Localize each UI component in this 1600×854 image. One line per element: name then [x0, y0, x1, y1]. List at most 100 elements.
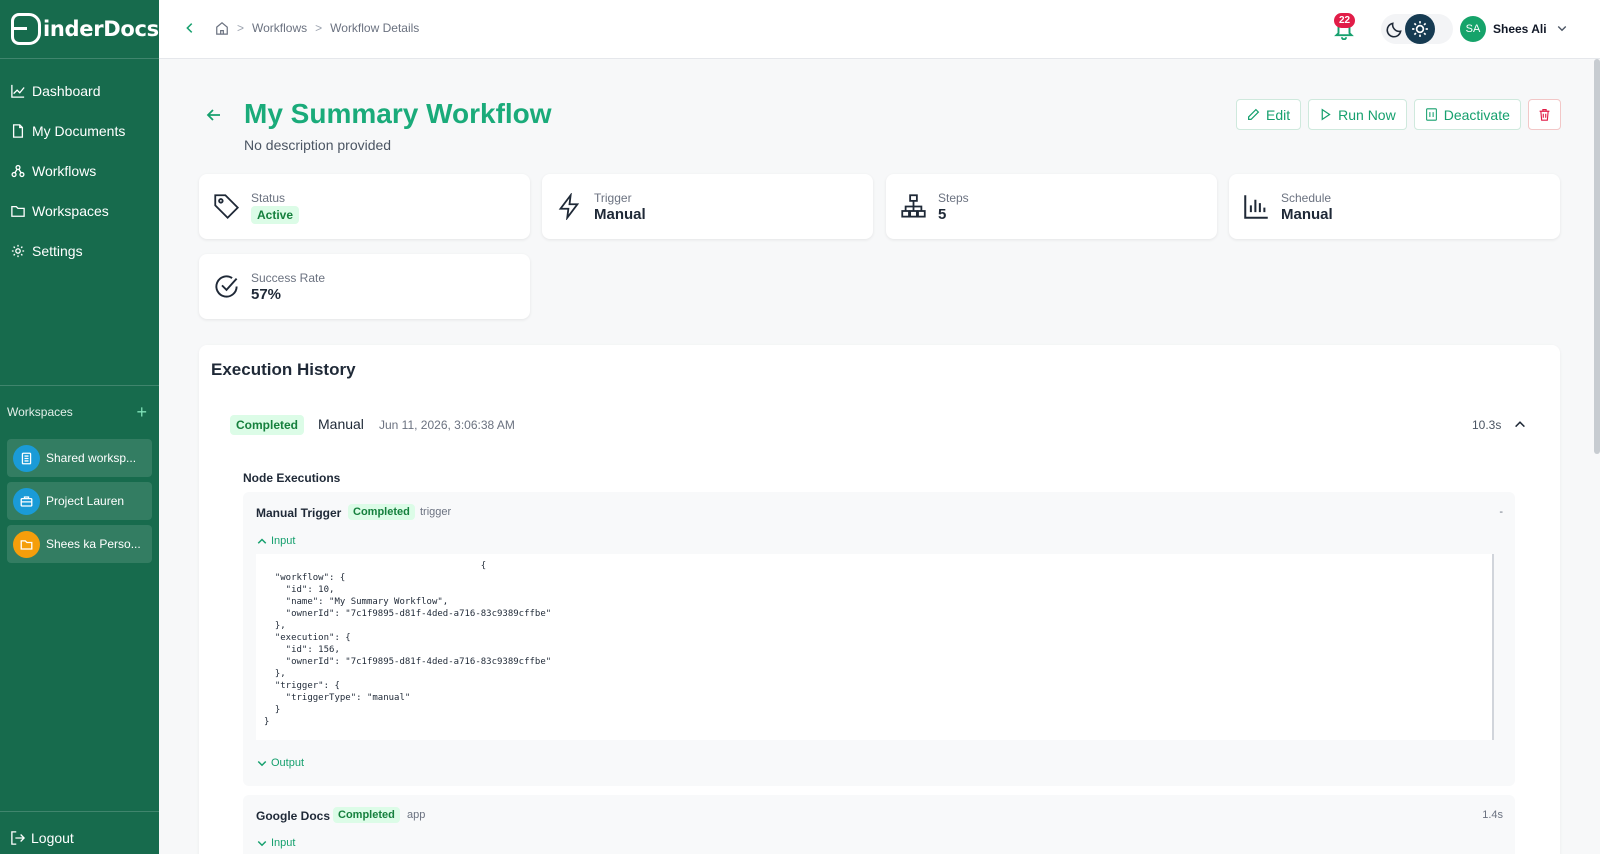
chart-line-icon	[11, 84, 25, 98]
output-toggle-label: Output	[271, 757, 305, 769]
node-execution-google-docs: Google Docs Completed app 1.4s Input	[243, 795, 1515, 854]
node-status-badge: Completed	[333, 807, 400, 823]
execution-trigger: Manual	[318, 416, 364, 432]
sidebar-item-workspaces[interactable]: Workspaces	[0, 191, 159, 231]
status-card: Status Active	[199, 174, 530, 239]
sidebar-item-workflows[interactable]: Workflows	[0, 151, 159, 191]
sidebar-item-settings[interactable]: Settings	[0, 231, 159, 271]
sidebar-item-dashboard[interactable]: Dashboard	[0, 71, 159, 111]
node-execution-manual-trigger: Manual Trigger Completed trigger - Input…	[243, 492, 1515, 786]
execution-history-panel: Execution History Completed Manual Jun 1…	[199, 345, 1560, 854]
document-icon	[12, 124, 24, 138]
input-json-viewer[interactable]: { "workflow": { "id": 10, "name": "My Su…	[256, 554, 1494, 740]
delete-button[interactable]	[1527, 99, 1561, 130]
back-arrow-icon[interactable]	[206, 107, 222, 123]
breadcrumb-current: Workflow Details	[330, 21, 420, 35]
workspace-avatar	[13, 444, 40, 472]
briefcase-icon	[20, 495, 33, 507]
logo[interactable]: inderDocs	[0, 0, 159, 59]
logo-text: inderDocs	[43, 17, 159, 41]
input-toggle-label: Input	[271, 837, 296, 849]
node-executions-heading: Node Executions	[243, 471, 341, 485]
folder-icon	[11, 205, 25, 217]
check-circle-icon	[215, 275, 238, 298]
deactivate-button[interactable]: Deactivate	[1413, 99, 1521, 130]
run-now-button[interactable]: Run Now	[1308, 99, 1407, 130]
node-status-badge: Completed	[348, 504, 415, 520]
sidebar-item-label: My Documents	[32, 123, 126, 139]
node-type: trigger	[420, 506, 452, 518]
sidebar-item-label: Dashboard	[32, 83, 101, 99]
tag-icon	[214, 194, 240, 220]
run-now-label: Run Now	[1338, 106, 1396, 123]
node-duration: 1.4s	[1482, 809, 1503, 821]
steps-value: 5	[938, 206, 947, 223]
sidebar-item-label: Workflows	[32, 163, 97, 179]
execution-status-badge: Completed	[230, 415, 305, 435]
sun-icon[interactable]	[1405, 14, 1435, 44]
workspaces-heading: Workspaces	[7, 405, 73, 419]
workspace-label: Shees ka Perso...	[46, 537, 141, 551]
workspace-item-personal[interactable]: Shees ka Perso...	[7, 525, 152, 563]
edit-button[interactable]: Edit	[1236, 99, 1302, 130]
input-toggle-label: Input	[271, 535, 296, 547]
input-toggle[interactable]: Input	[256, 535, 295, 547]
execution-duration: 10.3s	[1472, 418, 1502, 432]
workspace-label: Project Lauren	[46, 494, 125, 508]
input-json: { "workflow": { "id": 10, "name": "My Su…	[264, 561, 552, 727]
sidebar-item-label: Settings	[32, 243, 83, 259]
sidebar-item-my-documents[interactable]: My Documents	[0, 111, 159, 151]
node-name: Google Docs	[256, 809, 331, 823]
chevron-down-icon	[257, 760, 267, 767]
node-duration: -	[1499, 506, 1503, 518]
trigger-card: Trigger Manual	[542, 174, 873, 239]
trigger-value: Manual	[594, 206, 646, 223]
workspace-label: Shared worksp...	[46, 451, 137, 465]
node-type: app	[407, 809, 426, 821]
workspace-avatar	[13, 487, 40, 515]
breadcrumb-workflows[interactable]: Workflows	[252, 21, 307, 35]
notification-count-badge: 22	[1334, 13, 1356, 28]
workflow-icon	[11, 164, 25, 178]
gear-icon	[11, 244, 25, 258]
breadcrumb: > Workflows > Workflow Details	[183, 21, 419, 35]
chevron-up-icon[interactable]	[1513, 417, 1527, 431]
success-rate-card: Success Rate 57%	[199, 254, 530, 319]
sidebar-nav: Dashboard My Documents Workflows Workspa…	[0, 59, 159, 271]
chevron-left-icon[interactable]	[183, 21, 197, 35]
moon-icon[interactable]	[1383, 17, 1407, 41]
chevron-down-icon[interactable]	[1556, 22, 1568, 34]
status-badge: Active	[251, 206, 300, 224]
execution-date: Jun 11, 2026, 3:06:38 AM	[379, 418, 515, 432]
page-scrollbar[interactable]	[1594, 59, 1600, 454]
chevron-up-icon	[257, 538, 267, 544]
chevron-right-icon: >	[315, 21, 323, 35]
workspace-avatar	[13, 530, 40, 558]
success-rate-value: 57%	[251, 286, 282, 303]
add-workspace-icon[interactable]: +	[136, 403, 147, 421]
document-icon	[21, 452, 32, 464]
folder-icon	[20, 539, 33, 550]
trigger-label: Trigger	[594, 191, 632, 205]
avatar[interactable]: SA	[1460, 16, 1486, 42]
steps-card: Steps 5	[886, 174, 1217, 239]
workspace-list: Shared worksp... Project Lauren Shees ka…	[7, 439, 152, 568]
pause-icon	[1425, 108, 1437, 121]
input-toggle[interactable]: Input	[256, 837, 295, 849]
schedule-card: Schedule Manual	[1229, 174, 1560, 239]
divider	[0, 811, 159, 812]
logo-mark-icon	[11, 13, 41, 45]
hierarchy-icon	[901, 194, 926, 218]
logout-icon	[11, 831, 25, 845]
logout-button[interactable]: Logout	[11, 830, 74, 846]
deactivate-label: Deactivate	[1443, 106, 1510, 123]
execution-history-title: Execution History	[211, 360, 356, 379]
divider	[0, 385, 159, 386]
output-toggle[interactable]: Output	[256, 757, 304, 769]
home-icon[interactable]	[215, 21, 229, 35]
workspace-item-project-lauren[interactable]: Project Lauren	[7, 482, 152, 520]
user-name[interactable]: Shees Ali	[1493, 22, 1547, 36]
page-title: My Summary Workflow	[244, 98, 552, 129]
topbar: > Workflows > Workflow Details 22 SA She…	[159, 0, 1600, 59]
workspace-item-shared[interactable]: Shared worksp...	[7, 439, 152, 477]
